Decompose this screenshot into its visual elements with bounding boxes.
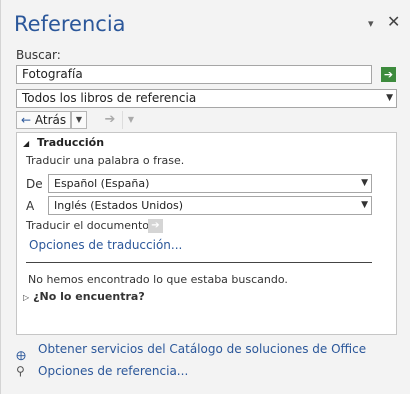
- search-input[interactable]: Fotografía: [16, 65, 372, 84]
- collapse-triangle-icon: ◢: [23, 139, 30, 148]
- research-options-link[interactable]: Opciones de referencia...: [38, 364, 188, 378]
- chevron-down-icon: ▼: [386, 93, 393, 103]
- start-search-button[interactable]: ➔: [381, 67, 396, 82]
- back-arrow-icon: ←: [21, 113, 32, 127]
- translate-prompt: Traducir una palabra o frase.: [26, 154, 185, 167]
- pane-title: Referencia: [14, 12, 126, 36]
- from-language-label: De: [26, 177, 43, 191]
- office-catalog-link[interactable]: Obtener servicios del Catálogo de soluci…: [38, 342, 366, 356]
- expand-triangle-icon: ▷: [23, 293, 30, 302]
- not-found-section-header[interactable]: ▷ ¿No lo encuentra?: [23, 290, 145, 303]
- translation-options-link[interactable]: Opciones de traducción...: [29, 238, 182, 252]
- forward-history-dropdown[interactable]: ▼: [122, 111, 139, 129]
- forward-button[interactable]: ➔: [100, 111, 120, 129]
- translation-section-title: Traducción: [37, 136, 105, 149]
- search-label: Buscar:: [16, 48, 61, 62]
- to-language-label: A: [26, 199, 35, 213]
- pane-options-menu-icon[interactable]: ▾: [368, 17, 374, 30]
- translate-document-label: Traducir el documento.: [26, 219, 153, 232]
- results-panel: ◢ Traducción Traducir una palabra o fras…: [16, 132, 397, 335]
- translate-document-button[interactable]: ➔: [148, 219, 163, 233]
- back-button[interactable]: ← Atrás: [16, 111, 72, 129]
- not-found-section-title: ¿No lo encuentra?: [33, 290, 145, 303]
- from-language-dropdown[interactable]: Español (España) ▼: [48, 174, 372, 193]
- divider: [26, 262, 372, 263]
- close-icon[interactable]: ✕: [387, 12, 400, 31]
- to-language-value: Inglés (Estados Unidos): [54, 199, 184, 212]
- reference-source-value: Todos los libros de referencia: [22, 91, 197, 105]
- research-pane: Referencia ▾ ✕ Buscar: Fotografía ➔ Todo…: [0, 0, 410, 394]
- back-label: Atrás: [34, 113, 67, 127]
- chevron-down-icon: ▼: [361, 178, 368, 188]
- reference-source-dropdown[interactable]: Todos los libros de referencia ▼: [16, 89, 397, 108]
- translation-section-header[interactable]: ◢ Traducción: [23, 136, 104, 149]
- not-found-message: No hemos encontrado lo que estaba buscan…: [28, 273, 288, 286]
- research-options-icon: ⚲: [16, 364, 25, 378]
- to-language-dropdown[interactable]: Inglés (Estados Unidos) ▼: [48, 196, 372, 215]
- from-language-value: Español (España): [54, 177, 150, 190]
- chevron-down-icon: ▼: [361, 200, 368, 210]
- back-history-dropdown[interactable]: ▼: [71, 111, 87, 129]
